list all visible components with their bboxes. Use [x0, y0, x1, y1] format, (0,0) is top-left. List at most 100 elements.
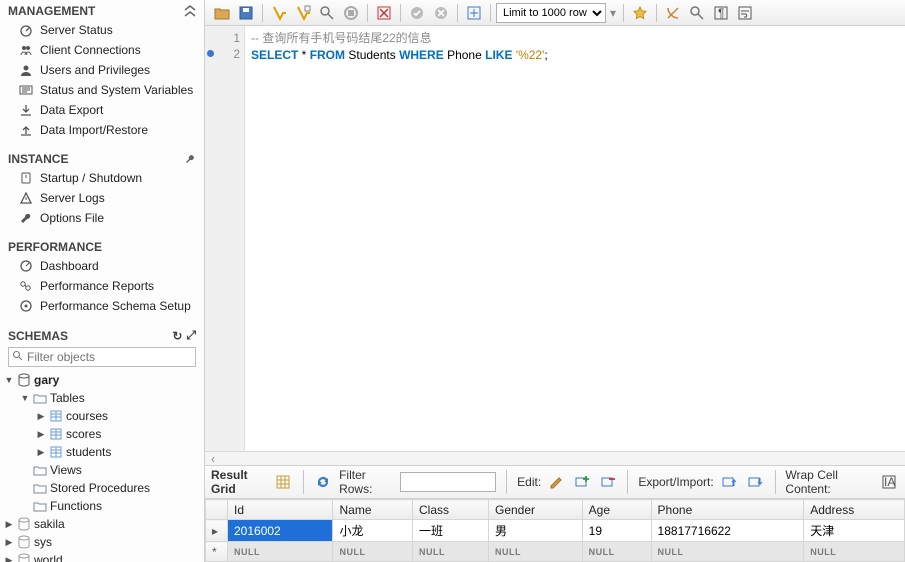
no-limit-button[interactable] — [373, 2, 395, 24]
db-sys[interactable]: ▶ sys — [0, 533, 204, 551]
cell-null[interactable]: NULL — [582, 542, 651, 562]
result-grid-icon[interactable] — [273, 471, 292, 493]
toggle-invisible-button[interactable]: ¶ — [710, 2, 732, 24]
cell-class[interactable]: 一班 — [413, 520, 489, 542]
import-result-button[interactable] — [745, 471, 764, 493]
nav-status-variables[interactable]: Status and System Variables — [0, 80, 204, 100]
col-id[interactable]: Id — [228, 500, 333, 520]
table-courses[interactable]: ▶ courses — [0, 407, 204, 425]
database-icon — [16, 516, 32, 532]
export-result-button[interactable] — [720, 471, 739, 493]
expand-toggle-icon[interactable]: ▶ — [4, 555, 14, 562]
main-panel: Limit to 1000 rows ▾ ¶ 1 2 -- 查询所有手机号码结尾… — [205, 0, 905, 562]
autocommit-button[interactable] — [463, 2, 485, 24]
nav-users-privileges[interactable]: Users and Privileges — [0, 60, 204, 80]
execute-current-button[interactable] — [292, 2, 314, 24]
filter-rows-input[interactable] — [400, 472, 496, 492]
row-insert-icon[interactable]: * — [206, 542, 228, 562]
col-age[interactable]: Age — [582, 500, 651, 520]
splitter-handle[interactable]: ‹ — [205, 451, 905, 465]
col-address[interactable]: Address — [804, 500, 905, 520]
db-gary[interactable]: ▼ gary — [0, 371, 204, 389]
cell-null[interactable]: NULL — [488, 542, 582, 562]
nav-startup-shutdown[interactable]: Startup / Shutdown — [0, 168, 204, 188]
folder-icon — [32, 498, 48, 514]
refresh-icon[interactable]: ↻ — [172, 329, 182, 343]
expand-toggle-icon[interactable]: ▼ — [4, 375, 14, 385]
views-node[interactable]: ▶ Views — [0, 461, 204, 479]
expand-toggle-icon[interactable]: ▶ — [4, 519, 14, 530]
nav-performance-reports[interactable]: Performance Reports — [0, 276, 204, 296]
table-label: scores — [66, 427, 101, 441]
edit-row-button[interactable] — [547, 471, 566, 493]
expand-toggle-icon[interactable]: ▶ — [36, 411, 46, 422]
sql-editor[interactable]: 1 2 -- 查询所有手机号码结尾22的信息 SELECT * FROM Stu… — [205, 26, 905, 451]
nav-dashboard[interactable]: Dashboard — [0, 256, 204, 276]
nav-server-logs[interactable]: Server Logs — [0, 188, 204, 208]
tables-node[interactable]: ▼ Tables — [0, 389, 204, 407]
cell-null[interactable]: NULL — [333, 542, 413, 562]
expand-toggle-icon[interactable]: ▼ — [20, 393, 30, 403]
nav-options-file[interactable]: Options File — [0, 208, 204, 228]
refresh-result-button[interactable] — [314, 471, 333, 493]
table-students[interactable]: ▶ students — [0, 443, 204, 461]
stop-button[interactable] — [340, 2, 362, 24]
chevron-collapse-icon[interactable] — [184, 5, 196, 17]
schema-filter-input[interactable] — [8, 347, 196, 367]
nav-performance-schema-setup[interactable]: Performance Schema Setup — [0, 296, 204, 316]
chevron-left-icon: ‹ — [211, 452, 215, 466]
beautify-button[interactable] — [662, 2, 684, 24]
col-class[interactable]: Class — [413, 500, 489, 520]
row-selector-icon[interactable]: ▸ — [206, 520, 228, 542]
expand-toggle-icon[interactable]: ▶ — [36, 429, 46, 440]
cell-age[interactable]: 19 — [582, 520, 651, 542]
db-world[interactable]: ▶ world — [0, 551, 204, 562]
delete-row-button[interactable] — [598, 471, 617, 493]
save-button[interactable] — [235, 2, 257, 24]
result-table[interactable]: Id Name Class Gender Age Phone Address ▸… — [205, 499, 905, 562]
nav-server-status[interactable]: Server Status — [0, 20, 204, 40]
folder-icon — [32, 480, 48, 496]
cell-name[interactable]: 小龙 — [333, 520, 413, 542]
functions-node[interactable]: ▶ Functions — [0, 497, 204, 515]
row-limit-select[interactable]: Limit to 1000 rows — [496, 3, 606, 23]
db-sakila[interactable]: ▶ sakila — [0, 515, 204, 533]
cell-null[interactable]: NULL — [804, 542, 905, 562]
editor-code[interactable]: -- 查询所有手机号码结尾22的信息 SELECT * FROM Student… — [245, 26, 905, 451]
add-row-button[interactable] — [573, 471, 592, 493]
storedprocs-node[interactable]: ▶ Stored Procedures — [0, 479, 204, 497]
col-name[interactable]: Name — [333, 500, 413, 520]
toggle-wrap-button[interactable] — [734, 2, 756, 24]
explain-button[interactable] — [316, 2, 338, 24]
expand-toggle-icon[interactable]: ▶ — [4, 537, 14, 548]
table-row[interactable]: ▸ 2016002 小龙 一班 男 19 18817716622 天津 — [206, 520, 905, 542]
table-scores[interactable]: ▶ scores — [0, 425, 204, 443]
rollback-button[interactable] — [430, 2, 452, 24]
cell-null[interactable]: NULL — [413, 542, 489, 562]
execute-button[interactable] — [268, 2, 290, 24]
expand-toggle-icon[interactable]: ▶ — [36, 447, 46, 458]
section-instance-header: INSTANCE — [0, 148, 204, 168]
nav-client-connections[interactable]: Client Connections — [0, 40, 204, 60]
cell-null[interactable]: NULL — [228, 542, 333, 562]
storedprocs-label: Stored Procedures — [50, 481, 150, 495]
cell-phone[interactable]: 18817716622 — [651, 520, 804, 542]
col-gender[interactable]: Gender — [488, 500, 582, 520]
open-file-button[interactable] — [211, 2, 233, 24]
cell-id[interactable]: 2016002 — [228, 520, 333, 542]
wrap-cell-button[interactable]: IA — [880, 471, 899, 493]
nav-label: Dashboard — [40, 259, 99, 273]
col-phone[interactable]: Phone — [651, 500, 804, 520]
find-button[interactable] — [686, 2, 708, 24]
cell-null[interactable]: NULL — [651, 542, 804, 562]
toolbar-separator — [623, 4, 624, 22]
table-row-insert[interactable]: * NULL NULL NULL NULL NULL NULL NULL — [206, 542, 905, 562]
nav-data-import[interactable]: Data Import/Restore — [0, 120, 204, 140]
cell-gender[interactable]: 男 — [488, 520, 582, 542]
commit-button[interactable] — [406, 2, 428, 24]
cell-address[interactable]: 天津 — [804, 520, 905, 542]
popout-icon[interactable]: ⤢ — [186, 328, 196, 343]
favorite-button[interactable] — [629, 2, 651, 24]
nav-data-export[interactable]: Data Export — [0, 100, 204, 120]
search-icon — [12, 350, 23, 361]
